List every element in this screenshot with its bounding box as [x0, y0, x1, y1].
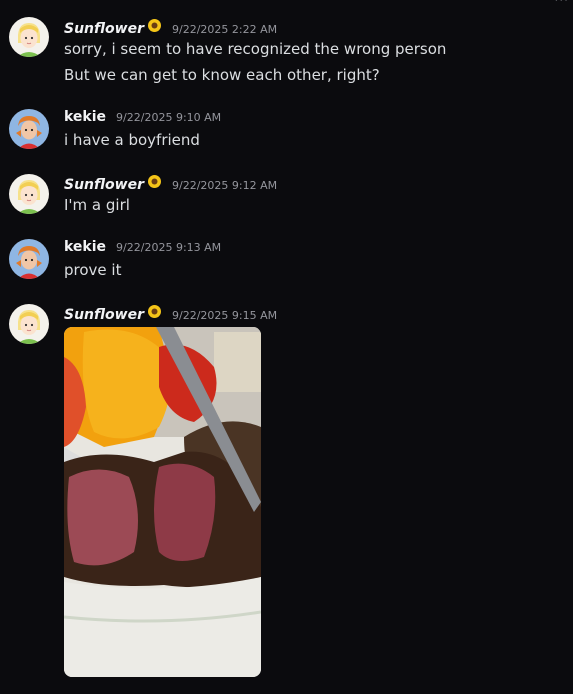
avatar-kekie[interactable]: [9, 109, 49, 149]
timestamp[interactable]: 9/22/2025 9:13 AM: [116, 241, 221, 254]
message-text: But we can get to know each other, right…: [64, 66, 380, 84]
username[interactable]: Sunflower: [64, 21, 144, 37]
username[interactable]: Sunflower: [64, 307, 144, 323]
more-options-icon[interactable]: ···: [555, 0, 569, 7]
sunflower-icon: [148, 305, 161, 318]
timestamp[interactable]: 9/22/2025 2:22 AM: [172, 23, 277, 36]
message-text: sorry, i seem to have recognized the wro…: [64, 40, 447, 58]
username[interactable]: kekie: [64, 109, 106, 125]
timestamp[interactable]: 9/22/2025 9:15 AM: [172, 309, 277, 322]
timestamp[interactable]: 9/22/2025 9:10 AM: [116, 111, 221, 124]
avatar-kekie[interactable]: [9, 239, 49, 279]
timestamp[interactable]: 9/22/2025 9:12 AM: [172, 179, 277, 192]
sunflower-icon: [148, 19, 161, 32]
username[interactable]: Sunflower: [64, 177, 144, 193]
message-text: I'm a girl: [64, 196, 130, 214]
image-attachment[interactable]: [64, 327, 261, 677]
avatar-sunflower[interactable]: [9, 17, 49, 57]
message-text: prove it: [64, 261, 122, 279]
message-text: i have a boyfriend: [64, 131, 200, 149]
username[interactable]: kekie: [64, 239, 106, 255]
photo-of-steak-and-peppers-icon: [64, 327, 261, 677]
sunflower-icon: [148, 175, 161, 188]
avatar-sunflower[interactable]: [9, 174, 49, 214]
avatar-sunflower[interactable]: [9, 304, 49, 344]
